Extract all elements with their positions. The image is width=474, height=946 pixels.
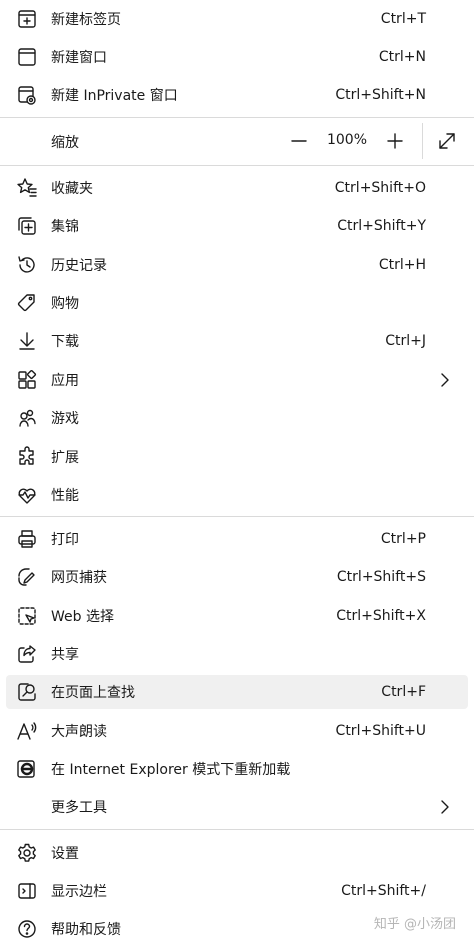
menu-item-new-inprivate-window[interactable]: 新建 InPrivate 窗口 Ctrl+Shift+N	[6, 78, 468, 112]
menu-item-find-on-page[interactable]: 在页面上查找 Ctrl+F	[6, 675, 468, 709]
settings-icon	[16, 842, 38, 864]
apps-icon	[16, 369, 38, 391]
browser-settings-menu: 新建标签页 Ctrl+T 新建窗口 Ctrl+N 新建 InPrivate 窗口…	[0, 0, 474, 942]
menu-item-shopping[interactable]: 购物	[6, 286, 468, 320]
menu-item-label: 集锦	[51, 219, 79, 235]
watermark: 知乎 @小汤团	[373, 917, 456, 932]
menu-item-label: 打印	[51, 532, 79, 548]
menu-item-web-select[interactable]: Web 选择 Ctrl+Shift+X	[6, 599, 468, 633]
menu-item-label: 收藏夹	[51, 181, 93, 197]
menu-item-apps[interactable]: 应用	[6, 363, 468, 397]
new-window-icon	[16, 46, 38, 68]
zoom-out-button[interactable]	[286, 128, 312, 154]
menu-item-web-capture[interactable]: 网页捕获 Ctrl+Shift+S	[6, 560, 468, 594]
separator	[0, 516, 474, 517]
menu-item-show-sidebar[interactable]: 显示边栏 Ctrl+Shift+/	[6, 874, 468, 908]
menu-item-shortcut: Ctrl+J	[385, 333, 426, 349]
shopping-tag-icon	[16, 292, 38, 314]
menu-item-label: 帮助和反馈	[51, 922, 121, 938]
menu-item-shortcut: Ctrl+Shift+/	[341, 883, 426, 899]
menu-item-settings[interactable]: 设置	[6, 836, 468, 870]
zoom-level: 100%	[326, 132, 368, 148]
menu-item-label: 显示边栏	[51, 884, 107, 900]
zoom-divider	[422, 123, 423, 159]
menu-item-shortcut: Ctrl+T	[380, 11, 426, 27]
menu-item-share[interactable]: 共享	[6, 637, 468, 671]
menu-item-label: 下载	[51, 334, 79, 350]
menu-item-label: Web 选择	[51, 609, 114, 625]
chevron-right-icon	[434, 369, 456, 391]
find-icon	[16, 681, 38, 703]
menu-item-shortcut: Ctrl+Shift+U	[335, 723, 426, 739]
menu-item-shortcut: Ctrl+Shift+S	[336, 569, 426, 585]
separator	[0, 165, 474, 166]
web-select-icon	[16, 605, 38, 627]
print-icon	[16, 528, 38, 550]
help-icon	[16, 918, 38, 940]
separator	[0, 829, 474, 830]
menu-item-label: 更多工具	[51, 800, 107, 816]
menu-item-shortcut: Ctrl+Shift+X	[336, 608, 426, 624]
menu-item-label: 新建 InPrivate 窗口	[51, 88, 178, 104]
inprivate-icon	[16, 84, 38, 106]
menu-item-shortcut: Ctrl+Shift+N	[335, 87, 426, 103]
chevron-right-icon	[434, 796, 456, 818]
share-icon	[16, 643, 38, 665]
menu-item-shortcut: Ctrl+Shift+O	[334, 180, 426, 196]
menu-item-new-window[interactable]: 新建窗口 Ctrl+N	[6, 40, 468, 74]
read-aloud-icon	[16, 720, 38, 742]
menu-item-more-tools[interactable]: 更多工具	[6, 790, 468, 824]
zoom-in-button[interactable]	[382, 128, 408, 154]
menu-item-performance[interactable]: 性能	[6, 478, 468, 512]
fullscreen-icon[interactable]	[434, 128, 460, 154]
menu-item-label: 新建窗口	[51, 50, 107, 66]
menu-item-label: 购物	[51, 296, 79, 312]
menu-item-favorites[interactable]: 收藏夹 Ctrl+Shift+O	[6, 171, 468, 205]
download-icon	[16, 330, 38, 352]
menu-item-label: 历史记录	[51, 258, 107, 274]
extensions-icon	[16, 446, 38, 468]
menu-item-label: 在页面上查找	[51, 685, 135, 701]
menu-item-shortcut: Ctrl+F	[381, 684, 426, 700]
menu-item-shortcut: Ctrl+Shift+Y	[337, 218, 426, 234]
menu-item-label: 游戏	[51, 411, 79, 427]
menu-item-games[interactable]: 游戏	[6, 401, 468, 435]
collections-icon	[16, 215, 38, 237]
zoom-label: 缩放	[51, 135, 79, 151]
menu-item-extensions[interactable]: 扩展	[6, 440, 468, 474]
menu-item-label: 应用	[51, 373, 79, 389]
menu-item-collections[interactable]: 集锦 Ctrl+Shift+Y	[6, 209, 468, 243]
zoom-row: 缩放 100%	[6, 118, 468, 164]
menu-item-label: 大声朗读	[51, 724, 107, 740]
new-tab-icon	[16, 8, 38, 30]
menu-item-label: 新建标签页	[51, 12, 121, 28]
menu-item-read-aloud[interactable]: 大声朗读 Ctrl+Shift+U	[6, 714, 468, 748]
menu-item-history[interactable]: 历史记录 Ctrl+H	[6, 248, 468, 282]
favorites-icon	[16, 177, 38, 199]
menu-item-label: 网页捕获	[51, 570, 107, 586]
menu-item-label: 性能	[51, 488, 79, 504]
menu-item-print[interactable]: 打印 Ctrl+P	[6, 522, 468, 556]
ie-icon	[16, 758, 38, 780]
menu-item-new-tab[interactable]: 新建标签页 Ctrl+T	[6, 2, 468, 36]
menu-item-label: 在 Internet Explorer 模式下重新加载	[51, 762, 291, 778]
menu-item-shortcut: Ctrl+P	[380, 531, 426, 547]
menu-item-shortcut: Ctrl+N	[378, 49, 426, 65]
history-icon	[16, 254, 38, 276]
sidebar-icon	[16, 880, 38, 902]
menu-item-label: 共享	[51, 647, 79, 663]
performance-icon	[16, 484, 38, 506]
menu-item-downloads[interactable]: 下载 Ctrl+J	[6, 324, 468, 358]
menu-item-label: 设置	[51, 846, 79, 862]
menu-item-shortcut: Ctrl+H	[378, 257, 426, 273]
games-icon	[16, 407, 38, 429]
menu-item-ie-mode-reload[interactable]: 在 Internet Explorer 模式下重新加载	[6, 752, 468, 786]
menu-item-label: 扩展	[51, 450, 79, 466]
web-capture-icon	[16, 566, 38, 588]
